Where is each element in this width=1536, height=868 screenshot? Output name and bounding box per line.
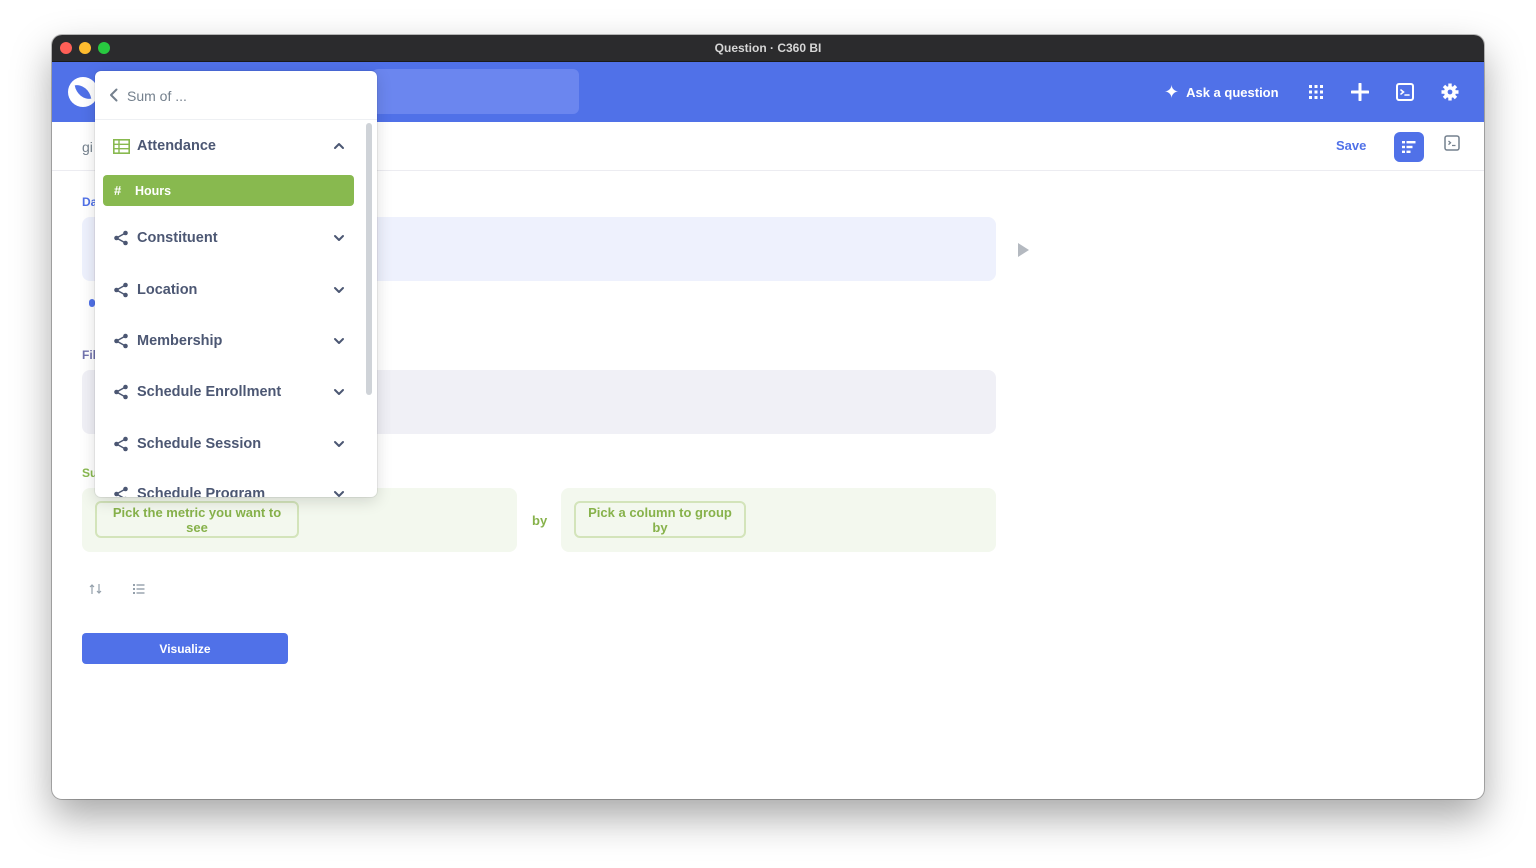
gear-icon[interactable] [1438,80,1462,104]
connections-icon [112,332,130,350]
chevron-down-icon [334,235,344,241]
table-icon [112,137,130,155]
connections-icon [112,383,130,401]
ask-question-button[interactable]: ✦ Ask a question [1164,79,1279,105]
connections-icon [112,281,130,299]
field-label: Hours [135,183,172,198]
window-titlebar: Question · C360 BI [52,35,1484,62]
connections-icon [112,485,130,497]
sql-editor-icon[interactable] [1393,80,1417,104]
sum-of-column-picker: Sum of ... Attendance # Hours Constituen… [95,71,377,497]
ask-question-label: Ask a question [1186,84,1279,100]
section-label: Location [137,282,198,298]
by-label: by [532,513,548,528]
section-schedule-enrollment[interactable]: Schedule Enrollment [95,372,365,412]
section-constituent[interactable]: Constituent [95,218,365,258]
connections-icon [112,435,130,453]
section-label: Schedule Session [137,436,262,452]
connections-icon [112,229,130,247]
picker-scrollbar[interactable] [366,123,372,395]
chevron-down-icon [334,338,344,344]
chevron-down-icon [334,389,344,395]
notebook-icon [1402,141,1416,153]
pick-groupby-button[interactable]: Pick a column to group by [574,501,746,538]
preview-play-icon[interactable] [1018,243,1029,257]
pick-metric-button[interactable]: Pick the metric you want to see [95,501,299,538]
picker-header[interactable]: Sum of ... [95,71,377,120]
chevron-down-icon [334,287,344,293]
section-label: Attendance [137,138,216,154]
notebook-editor-toggle[interactable] [1394,132,1424,162]
number-icon: # [114,183,122,198]
section-label: Membership [137,333,223,349]
section-label: Schedule Program [137,486,266,497]
chevron-left-icon[interactable] [107,88,121,102]
section-label: Schedule Enrollment [137,384,282,400]
visualize-button[interactable]: Visualize [82,633,288,664]
app-window: Question · C360 BI ✦ Ask a question gi S… [52,35,1484,799]
section-location[interactable]: Location [95,270,365,310]
window-title: Question · C360 BI [714,41,822,55]
convert-to-sql-icon[interactable] [1444,135,1460,156]
chevron-up-icon [334,143,344,149]
section-membership[interactable]: Membership [95,321,365,361]
breadcrumb[interactable]: gi [82,139,93,155]
sparkle-icon: ✦ [1164,82,1180,102]
picker-list: Attendance # Hours Constituent Location … [95,121,365,497]
sort-icon[interactable] [88,581,104,597]
grid-icon[interactable] [1304,80,1328,104]
row-limit-icon[interactable] [131,581,147,597]
save-button[interactable]: Save [1336,138,1366,153]
chevron-down-icon [334,441,344,447]
filter-step-label: Fil [82,348,96,362]
chevron-down-icon [334,491,344,497]
plus-icon[interactable] [1348,80,1372,104]
picker-title: Sum of ... [127,88,187,104]
logo-icon[interactable] [68,77,98,107]
section-schedule-program[interactable]: Schedule Program [95,474,365,497]
section-label: Constituent [137,230,218,246]
search-bar[interactable] [372,69,579,114]
section-attendance[interactable]: Attendance [95,126,365,166]
field-hours[interactable]: # Hours [103,175,354,206]
section-schedule-session[interactable]: Schedule Session [95,424,365,464]
